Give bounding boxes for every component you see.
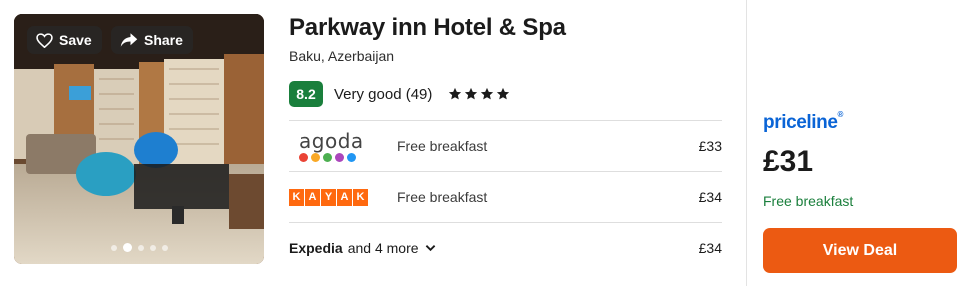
kayak-logo-letter: K	[353, 188, 368, 206]
offer-description: Free breakfast	[397, 138, 488, 154]
agoda-logo-dots	[299, 152, 356, 162]
priceline-logo-text: priceline	[763, 112, 838, 133]
heart-icon	[36, 32, 53, 48]
kayak-logo-letter: K	[289, 188, 304, 206]
chevron-down-icon	[425, 245, 435, 252]
view-deal-button[interactable]: View Deal	[763, 228, 957, 273]
best-deal-price: £31	[763, 145, 814, 178]
more-offers-toggle[interactable]: Expedia and 4 more	[289, 240, 436, 256]
more-offers-brand: Expedia	[289, 240, 343, 256]
offer-row-agoda[interactable]: agoda Free breakfast £33	[289, 120, 722, 171]
kayak-logo-letter: A	[305, 188, 320, 206]
hotel-star-rating	[448, 87, 510, 101]
save-label: Save	[59, 32, 92, 48]
agoda-logo: agoda	[289, 121, 397, 172]
registered-mark: ®	[837, 110, 844, 119]
share-label: Share	[144, 32, 183, 48]
share-button[interactable]: Share	[111, 26, 193, 54]
share-arrow-icon	[120, 33, 138, 47]
star-icon	[449, 87, 462, 100]
kayak-logo-letter: A	[337, 188, 352, 206]
carousel-dot[interactable]	[110, 244, 117, 251]
kayak-logo: KAYAK	[289, 172, 397, 223]
agoda-logo-dot	[335, 152, 344, 162]
review-score-badge: 8.2	[289, 81, 323, 107]
hotel-location: Baku, Azerbaijan	[289, 48, 395, 64]
carousel-dot[interactable]	[161, 244, 168, 251]
agoda-logo-text: agoda	[299, 128, 364, 153]
carousel-dots[interactable]	[14, 243, 264, 252]
rating-label[interactable]: Very good (49)	[334, 86, 432, 103]
rating-row: 8.2 Very good (49)	[289, 81, 510, 107]
kayak-logo-letters: KAYAK	[289, 188, 368, 206]
star-icon	[497, 87, 510, 100]
offer-row-kayak[interactable]: KAYAK Free breakfast £34	[289, 171, 722, 222]
panel-divider	[746, 0, 747, 286]
more-offers-row[interactable]: Expedia and 4 more £34	[289, 222, 722, 273]
hotel-photo[interactable]: Save Share	[14, 14, 264, 264]
best-deal-note: Free breakfast	[763, 193, 854, 209]
star-icon	[465, 87, 478, 100]
agoda-logo-dot	[347, 152, 356, 162]
agoda-logo-dot	[299, 152, 308, 162]
hotel-name[interactable]: Parkway inn Hotel & Spa	[289, 14, 566, 42]
agoda-logo-dot	[311, 152, 320, 162]
agoda-logo-dot	[323, 152, 332, 162]
save-button[interactable]: Save	[27, 26, 102, 54]
offer-list: agoda Free breakfast £33 KAYAK Free brea…	[289, 120, 722, 273]
offer-description: Free breakfast	[397, 189, 488, 205]
kayak-logo-letter: Y	[321, 188, 336, 206]
carousel-dot[interactable]	[149, 244, 156, 251]
offer-price: £33	[698, 138, 722, 154]
priceline-logo: priceline®	[763, 110, 844, 134]
offer-price: £34	[698, 189, 722, 205]
more-offers-count: and 4 more	[347, 240, 419, 256]
carousel-dot[interactable]	[137, 244, 144, 251]
carousel-dot[interactable]	[122, 243, 132, 252]
offer-price: £34	[698, 240, 722, 256]
star-icon	[481, 87, 494, 100]
